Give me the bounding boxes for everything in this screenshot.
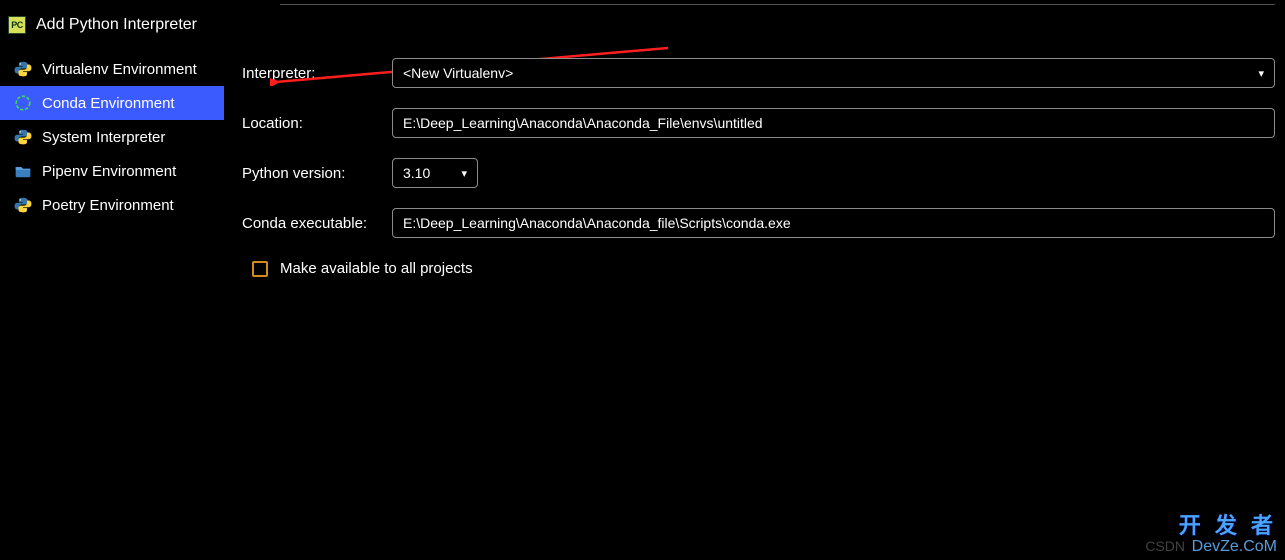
python-icon [14,128,32,146]
chevron-down-icon: ▾ [461,167,467,180]
pycharm-icon: PC [8,16,26,34]
dialog-title: Add Python Interpreter [36,16,197,34]
python-icon [14,60,32,78]
sidebar: PC Add Python Interpreter Virtualenv Env… [0,0,224,560]
sidebar-item-virtualenv[interactable]: Virtualenv Environment [0,52,224,86]
make-available-label: Make available to all projects [280,260,473,277]
interpreter-value: <New Virtualenv> [403,65,513,81]
interpreter-dropdown[interactable]: <New Virtualenv> ▾ [392,58,1275,88]
csdn-watermark: CSDN [1145,538,1185,554]
python-icon [14,196,32,214]
row-python-version: Python version: 3.10 ▾ [242,158,1275,188]
sidebar-item-label: System Interpreter [42,129,165,146]
top-divider [280,4,1275,5]
conda-icon [14,94,32,112]
make-available-checkbox[interactable] [252,261,268,277]
form: Interpreter: <New Virtualenv> ▾ Location… [242,58,1275,277]
interpreter-label: Interpreter: [242,65,392,82]
row-make-available: Make available to all projects [252,260,1275,277]
main-panel: Interpreter: <New Virtualenv> ▾ Location… [224,0,1285,560]
sidebar-item-pipenv[interactable]: Pipenv Environment [0,154,224,188]
pipenv-icon [14,162,32,180]
sidebar-item-label: Pipenv Environment [42,163,176,180]
python-version-select[interactable]: 3.10 ▾ [392,158,478,188]
sidebar-item-label: Virtualenv Environment [42,61,197,78]
conda-exec-label: Conda executable: [242,215,392,232]
row-location: Location: [242,108,1275,138]
sidebar-item-poetry[interactable]: Poetry Environment [0,188,224,222]
sidebar-item-label: Conda Environment [42,95,175,112]
python-version-label: Python version: [242,165,392,182]
conda-exec-input[interactable] [392,208,1275,238]
python-version-value: 3.10 [403,165,430,181]
sidebar-item-conda[interactable]: Conda Environment [0,86,224,120]
chevron-down-icon: ▾ [1258,67,1264,80]
location-input[interactable] [392,108,1275,138]
sidebar-item-system[interactable]: System Interpreter [0,120,224,154]
row-interpreter: Interpreter: <New Virtualenv> ▾ [242,58,1275,88]
location-label: Location: [242,115,392,132]
sidebar-header: PC Add Python Interpreter [0,6,224,52]
sidebar-item-label: Poetry Environment [42,197,174,214]
row-conda-exec: Conda executable: [242,208,1275,238]
